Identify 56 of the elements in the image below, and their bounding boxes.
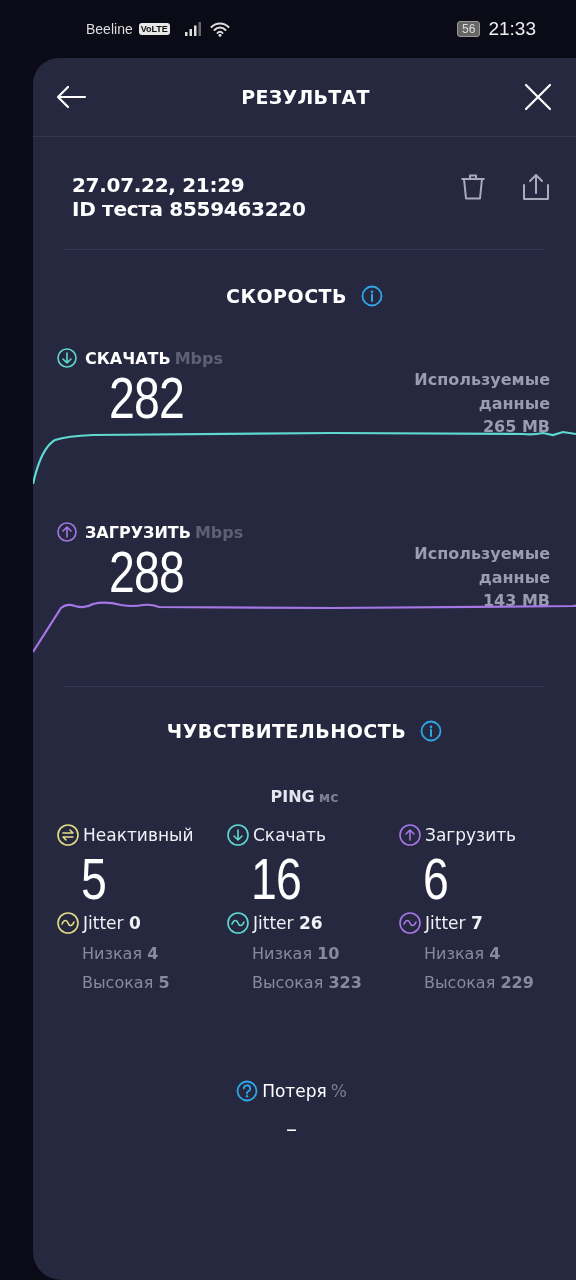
low-ping-text: Низкая 10 xyxy=(252,944,341,963)
screen-title: РЕЗУЛЬТАТ xyxy=(241,86,370,108)
speed-label: СКАЧАТЬ xyxy=(85,348,171,368)
speed-value: 282 xyxy=(109,368,184,428)
delete-button[interactable] xyxy=(460,173,486,201)
swap-arrows-icon xyxy=(57,824,79,846)
section-title: СКОРОСТЬ xyxy=(225,285,348,307)
data-used-label: Используемые данные xyxy=(414,369,550,415)
volte-badge: VoLTE xyxy=(138,23,170,35)
speed-label: ЗАГРУЗИТЬ xyxy=(85,522,191,542)
wave-icon xyxy=(399,912,421,934)
low-ping-text: Низкая 4 xyxy=(424,944,502,963)
battery-indicator: 56 xyxy=(457,21,481,37)
ping-type-label: Скачать xyxy=(253,825,326,845)
unit-label: Mbps xyxy=(174,348,223,368)
unit-label: % xyxy=(330,1081,347,1101)
data-used-label: Используемые данные xyxy=(414,543,550,589)
ping-type-label: Загрузить xyxy=(425,825,517,845)
ping-type-label: Неактивный xyxy=(83,825,194,845)
ping-value: 5 xyxy=(81,846,106,912)
wave-icon xyxy=(227,912,249,934)
help-icon xyxy=(236,1080,259,1102)
wave-icon xyxy=(57,912,79,934)
ping-label: PING xyxy=(270,787,315,806)
ping-value: 16 xyxy=(251,846,301,912)
share-button[interactable] xyxy=(522,173,550,201)
low-ping-text: Низкая 4 xyxy=(82,944,160,963)
data-used-amount: 143 MB xyxy=(482,590,550,612)
signal-icon xyxy=(183,21,204,37)
loss-label: Потеря xyxy=(262,1081,327,1101)
unit-label: Mbps xyxy=(194,522,244,542)
wifi-icon xyxy=(209,21,230,37)
high-ping-text: Высокая 5 xyxy=(82,973,171,992)
section-title: ЧУВСТВИТЕЛЬНОСТЬ xyxy=(166,720,407,742)
carrier-name: Beeline xyxy=(86,21,133,37)
unit-label: мс xyxy=(318,789,339,805)
jitter-text: Jitter 26 xyxy=(253,913,323,933)
jitter-text: Jitter 0 xyxy=(83,913,141,933)
close-button[interactable] xyxy=(524,83,552,111)
high-ping-text: Высокая 323 xyxy=(252,973,363,992)
loss-value: – xyxy=(286,1116,297,1141)
back-arrow-icon xyxy=(55,85,87,109)
high-ping-text: Высокая 229 xyxy=(424,973,535,992)
close-icon xyxy=(524,83,552,111)
jitter-text: Jitter 7 xyxy=(425,913,483,933)
test-id: ID теста 8559463220 xyxy=(72,197,306,221)
share-icon xyxy=(522,173,550,201)
info-icon xyxy=(361,285,384,307)
speed-value: 288 xyxy=(109,542,185,602)
trash-icon xyxy=(460,173,486,201)
info-icon xyxy=(420,720,443,742)
ping-value: 6 xyxy=(423,846,448,912)
clock-time: 21:33 xyxy=(488,18,536,40)
test-date: 27.07.22, 21:29 xyxy=(72,173,246,197)
data-used-amount: 265 MB xyxy=(482,416,550,438)
back-button[interactable] xyxy=(55,85,87,109)
